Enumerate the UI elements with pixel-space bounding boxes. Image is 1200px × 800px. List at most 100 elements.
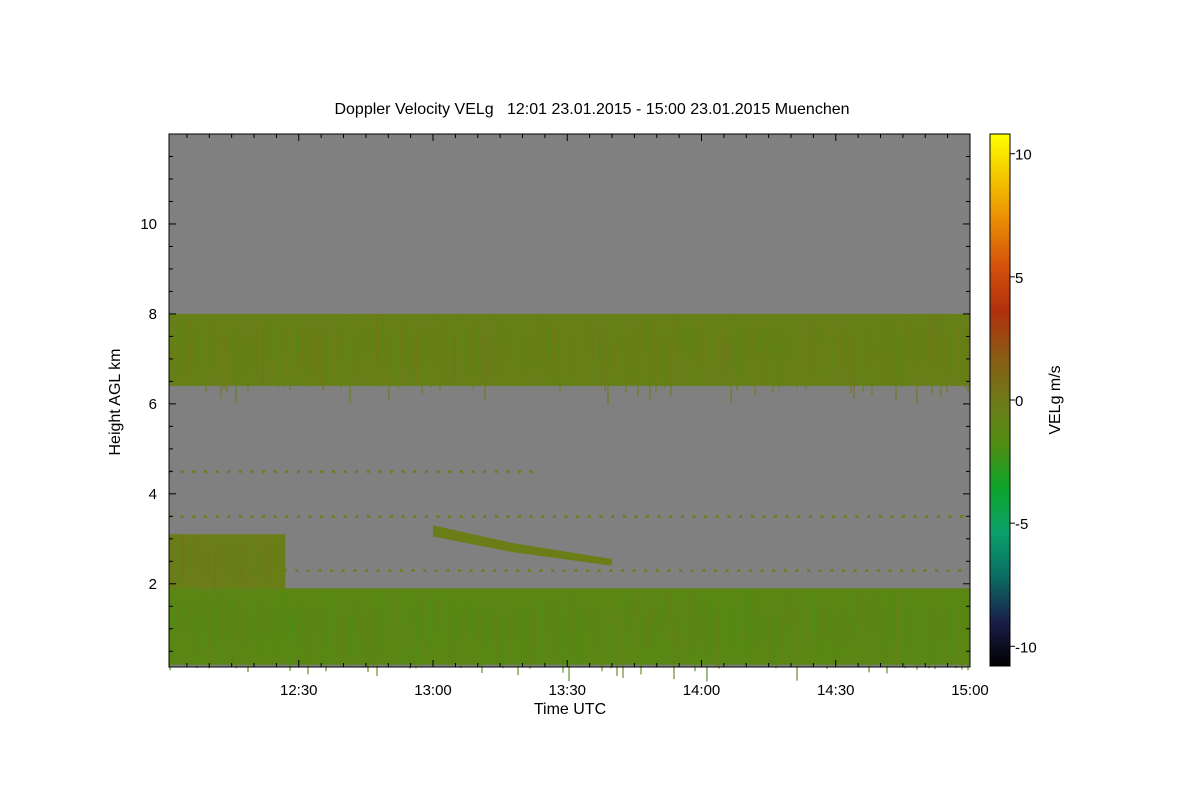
sparse-echo — [423, 569, 427, 572]
layer-streak — [547, 325, 549, 378]
layer-streak — [823, 595, 825, 636]
layer-streak — [280, 598, 282, 637]
layer-streak — [649, 339, 651, 400]
layer-streak — [172, 595, 174, 624]
layer-streak — [415, 610, 417, 669]
layer-streak — [844, 616, 846, 655]
layer-streak — [271, 546, 273, 587]
layer-streak — [700, 324, 702, 366]
layer-streak — [460, 326, 462, 360]
layer-streak — [913, 322, 915, 364]
layer-streak — [220, 542, 222, 566]
sparse-echo — [586, 569, 590, 572]
layer-streak — [868, 328, 870, 369]
layer-streak — [580, 328, 582, 374]
layer-streak — [382, 591, 384, 651]
layer-streak — [235, 608, 237, 669]
sparse-echo — [576, 515, 580, 518]
layer-streak — [757, 590, 759, 647]
layer-streak — [304, 328, 306, 387]
sparse-echo — [843, 515, 847, 518]
layer-streak — [196, 600, 198, 668]
layer-streak — [880, 323, 882, 354]
layer-streak — [697, 609, 699, 641]
layer-streak — [907, 318, 909, 343]
layer-streak — [358, 600, 360, 633]
layer-streak — [910, 589, 912, 621]
sparse-echo — [308, 470, 312, 473]
layer-streak — [694, 321, 696, 364]
layer-streak — [808, 602, 810, 632]
layer-streak — [841, 324, 843, 371]
layer-streak — [775, 339, 777, 375]
layer-streak — [295, 603, 297, 644]
layer-streak — [610, 615, 612, 669]
layer-streak — [340, 617, 342, 659]
layer-streak — [775, 613, 777, 669]
sparse-echo — [715, 515, 719, 518]
layer-streak — [544, 599, 546, 634]
y-axis-label: Height AGL km — [107, 348, 124, 455]
sparse-echo — [622, 515, 626, 518]
layer-streak — [901, 614, 903, 639]
layer-streak — [604, 606, 606, 630]
layer-streak — [628, 590, 630, 624]
layer-streak — [703, 316, 705, 376]
layer-streak — [946, 605, 948, 633]
layer-streak — [799, 596, 801, 628]
layer-streak — [826, 610, 828, 669]
sparse-echo — [273, 470, 277, 473]
layer-streak — [634, 588, 636, 614]
layer-streak — [259, 342, 261, 366]
layer-streak — [877, 328, 879, 358]
layer-streak — [760, 614, 762, 639]
layer-streak — [643, 320, 645, 375]
layer-streak — [331, 594, 333, 656]
sparse-echo — [285, 470, 289, 473]
layer-streak — [547, 605, 549, 649]
layer-streak — [778, 331, 780, 389]
layer-streak — [658, 322, 660, 373]
layer-streak — [778, 599, 780, 648]
layer-streak — [661, 335, 663, 380]
layer-streak — [223, 540, 225, 568]
layer-streak — [538, 315, 540, 357]
layer-streak — [688, 332, 690, 360]
layer-streak — [202, 534, 204, 570]
layer-streak — [826, 337, 828, 379]
layer-streak — [442, 325, 444, 383]
layer-streak — [634, 327, 636, 380]
layer-streak — [616, 330, 618, 355]
sparse-echo — [797, 515, 801, 518]
layer-streak — [520, 315, 522, 353]
layer-streak — [202, 588, 204, 633]
layer-streak — [478, 324, 480, 374]
sparse-echo — [867, 515, 871, 518]
layer-streak — [265, 540, 267, 581]
sparse-echo — [424, 515, 428, 518]
sparse-echo — [748, 569, 752, 572]
sparse-echo — [296, 515, 300, 518]
layer-streak — [349, 617, 351, 660]
layer-streak — [601, 603, 603, 672]
layer-streak — [820, 330, 822, 381]
sparse-echo — [494, 470, 498, 473]
layer-streak — [766, 320, 768, 346]
layer-streak — [223, 337, 225, 389]
sparse-echo — [180, 470, 184, 473]
layer-streak — [781, 607, 783, 661]
sparse-echo — [655, 569, 659, 572]
sparse-echo — [634, 515, 638, 518]
layer-streak — [454, 606, 456, 647]
layer-streak — [607, 595, 609, 623]
sparse-echo — [459, 515, 463, 518]
layer-streak — [550, 323, 552, 356]
sparse-echo — [364, 569, 368, 572]
layer-streak — [184, 546, 186, 590]
layer-streak — [535, 605, 537, 644]
sparse-echo — [611, 515, 615, 518]
layer-streak — [178, 317, 180, 380]
layer-streak — [484, 594, 486, 639]
layer-streak — [412, 321, 414, 349]
layer-streak — [736, 603, 738, 662]
